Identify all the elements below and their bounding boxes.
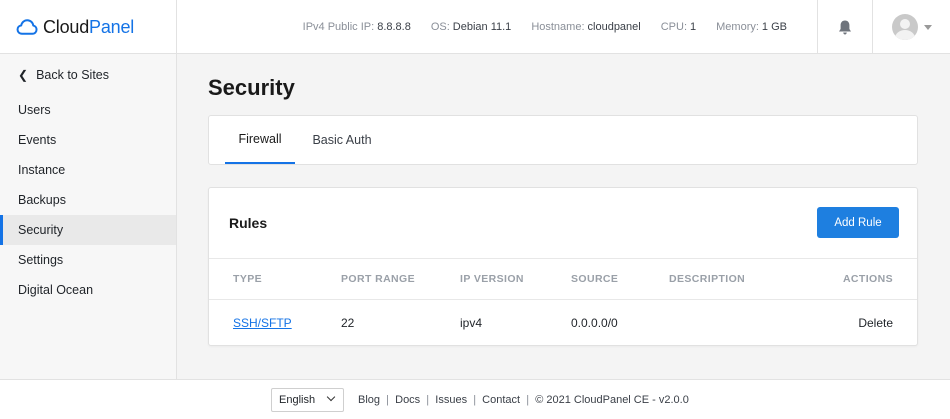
sidebar-item-users[interactable]: Users — [0, 95, 176, 125]
sysinfo-memory-key: Memory: — [716, 21, 759, 33]
chevron-left-icon: ❮ — [18, 68, 29, 82]
cell-source: 0.0.0.0/0 — [571, 315, 618, 330]
sysinfo-cpu-key: CPU: — [660, 21, 688, 33]
brand-name: CloudPanel — [43, 17, 134, 38]
notifications-button[interactable] — [817, 0, 872, 54]
cell-ip-version: ipv4 — [460, 315, 483, 330]
logo[interactable]: CloudPanel — [0, 0, 177, 54]
sysinfo-hostname-value: cloudpanel — [587, 21, 641, 33]
sysinfo-ip-key: IPv4 Public IP: — [302, 21, 375, 33]
rule-type-link[interactable]: SSH/SFTP — [233, 316, 292, 330]
footer-link-docs[interactable]: Docs — [395, 394, 420, 406]
footer-link-blog[interactable]: Blog — [358, 394, 380, 406]
tab-firewall[interactable]: Firewall — [225, 116, 295, 164]
sysinfo-hostname-key: Hostname: — [531, 21, 585, 33]
column-header-actions: ACTIONS — [842, 273, 893, 285]
bell-icon — [839, 20, 851, 34]
column-header-ip-version: IP VERSION — [460, 273, 524, 285]
user-menu-button[interactable] — [872, 0, 950, 54]
footer: English Blog | Docs | Issues | Contact |… — [0, 379, 950, 419]
column-header-type: TYPE — [233, 273, 263, 285]
sidebar-item-settings[interactable]: Settings — [0, 245, 176, 275]
sidebar-item-backups[interactable]: Backups — [0, 185, 176, 215]
tab-basic-auth[interactable]: Basic Auth — [305, 116, 379, 164]
column-header-description: DESCRIPTION — [669, 273, 746, 285]
sidebar: ❮ Back to Sites Users Events Instance Ba… — [0, 54, 177, 379]
footer-link-issues[interactable]: Issues — [435, 394, 467, 406]
language-select[interactable]: English — [271, 388, 344, 412]
sysinfo-ip: IPv4 Public IP: 8.8.8.8 — [303, 21, 411, 33]
footer-links: Blog | Docs | Issues | Contact | © 2021 … — [358, 388, 689, 412]
sidebar-item-instance[interactable]: Instance — [0, 155, 176, 185]
tabs-bar: Firewall Basic Auth — [208, 115, 918, 165]
sysinfo-memory: Memory: 1 GB — [716, 21, 787, 33]
cloud-logo-icon — [16, 19, 38, 35]
sysinfo-cpu-value: 1 — [690, 21, 697, 33]
column-header-source: SOURCE — [571, 273, 619, 285]
sysinfo-memory-value: 1 GB — [761, 21, 787, 33]
sysinfo-os-key: OS: — [430, 21, 450, 33]
footer-separator: | — [380, 394, 396, 406]
back-to-sites-link[interactable]: ❮ Back to Sites — [18, 68, 109, 82]
cell-port-range: 22 — [341, 315, 355, 330]
chevron-down-icon — [326, 392, 336, 402]
chevron-down-icon — [923, 24, 932, 30]
brand-part-2: Panel — [89, 16, 135, 37]
sysinfo-os: OS: Debian 11.1 — [431, 21, 511, 33]
sidebar-item-security[interactable]: Security — [0, 215, 176, 245]
user-avatar-icon — [891, 14, 918, 40]
delete-rule-button[interactable]: Delete — [858, 300, 893, 345]
sysinfo-ip-value: 8.8.8.8 — [377, 21, 411, 33]
sidebar-item-events[interactable]: Events — [0, 125, 176, 155]
page-title: Security — [208, 75, 295, 100]
footer-link-contact[interactable]: Contact — [482, 394, 520, 406]
sysinfo-cpu: CPU: 1 — [661, 21, 696, 33]
add-rule-button[interactable]: Add Rule — [817, 207, 899, 238]
footer-separator: | — [420, 394, 436, 406]
footer-separator: | — [520, 394, 536, 406]
back-to-sites-label: Back to Sites — [36, 68, 110, 82]
sysinfo-os-value: Debian 11.1 — [452, 21, 512, 33]
footer-copyright: © 2021 CloudPanel CE - v2.0.0 — [535, 394, 689, 406]
top-header: CloudPanel IPv4 Public IP: 8.8.8.8 OS: Deb… — [0, 0, 950, 54]
table-header: TYPE PORT RANGE IP VERSION SOURCE DESCRI… — [209, 258, 917, 300]
system-info: IPv4 Public IP: 8.8.8.8 OS: Debian 11.1 Ho… — [283, 0, 787, 54]
sidebar-item-digital-ocean[interactable]: Digital Ocean — [0, 275, 176, 305]
column-header-port-range: PORT RANGE — [341, 273, 416, 285]
table-row: SSH/SFTP 22 ipv4 0.0.0.0/0 Delete — [209, 300, 917, 345]
footer-separator: | — [467, 394, 483, 406]
rules-title: Rules — [229, 215, 268, 231]
rules-card: Rules Add Rule TYPE PORT RANGE IP VERSIO… — [208, 187, 918, 346]
cell-type: SSH/SFTP — [233, 300, 292, 345]
language-select-value: English — [279, 394, 316, 406]
sysinfo-hostname: Hostname: cloudpanel — [531, 21, 640, 33]
brand-part-1: Cloud — [43, 16, 90, 37]
